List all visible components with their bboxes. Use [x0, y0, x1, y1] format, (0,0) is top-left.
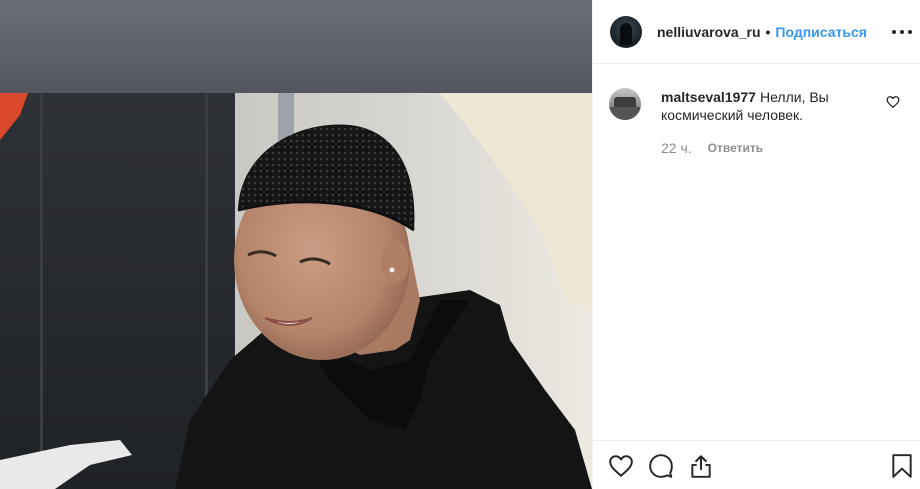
comment-time: 22 ч. [661, 140, 692, 156]
comment-bubble-icon[interactable] [648, 453, 674, 479]
owner-avatar[interactable] [610, 15, 642, 48]
comment-like-heart-icon[interactable] [886, 95, 900, 109]
header-separator: • [765, 23, 771, 40]
owner-username[interactable]: nelliuvarova_ru [657, 24, 761, 40]
reply-button[interactable]: Ответить [708, 141, 763, 155]
like-heart-icon[interactable] [608, 453, 634, 479]
commenter-username[interactable]: maltseval1977 [661, 89, 756, 105]
post-photo-illustration [0, 0, 592, 489]
post-header: nelliuvarova_ru • Подписаться [593, 0, 920, 64]
share-icon[interactable] [688, 453, 714, 479]
bookmark-icon[interactable] [889, 453, 915, 479]
comment-meta: 22 ч. Ответить [661, 140, 763, 156]
post-actions-bar [593, 440, 920, 489]
comment-body: maltseval1977 Нелли, Вы космический челов… [661, 88, 871, 124]
more-options-icon[interactable] [892, 22, 912, 42]
follow-button[interactable]: Подписаться [775, 24, 867, 40]
post-header-text: nelliuvarova_ru • Подписаться [657, 24, 867, 40]
commenter-avatar[interactable] [609, 88, 641, 120]
comments-list: maltseval1977 Нелли, Вы космический челов… [593, 64, 920, 440]
post-side-panel: nelliuvarova_ru • Подписаться maltseval1… [592, 0, 920, 489]
post-photo[interactable] [0, 0, 592, 489]
